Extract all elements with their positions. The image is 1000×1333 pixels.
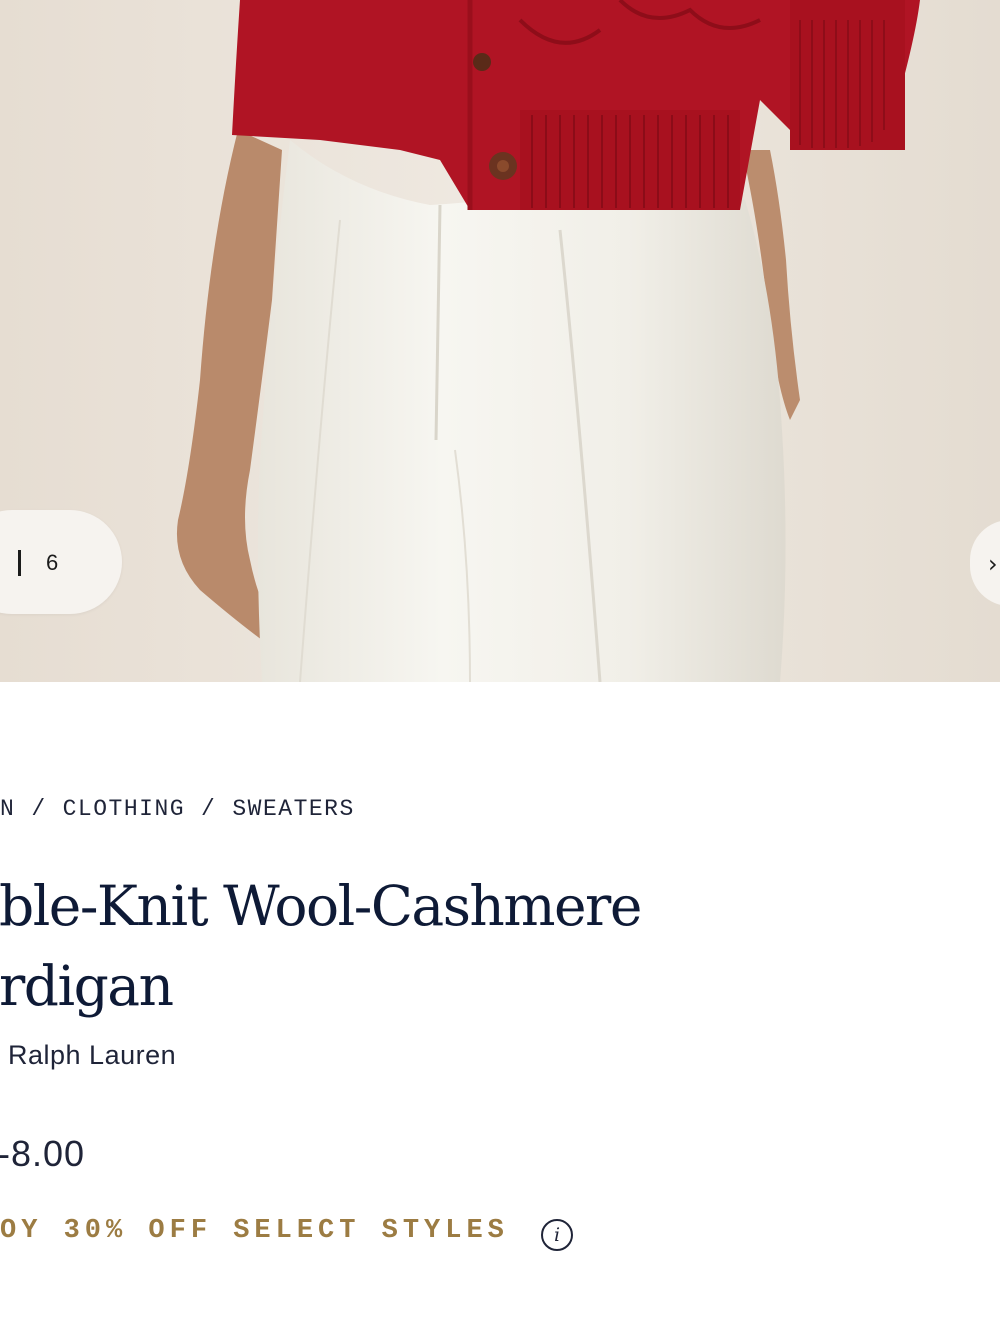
product-title: ble-Knit Wool-Cashmere rdigan: [0, 866, 999, 1026]
product-title-line: rdigan: [0, 954, 174, 1018]
breadcrumb: N / CLOTHING / SWEATERS: [0, 796, 355, 822]
brand-name[interactable]: Ralph Lauren: [8, 1040, 176, 1071]
breadcrumb-separator: /: [201, 796, 217, 822]
counter-total: 6: [46, 550, 59, 575]
promo-message: OY 30% OFF SELECT STYLES: [0, 1216, 509, 1246]
product-photo: [0, 0, 1000, 682]
product-title-line: ble-Knit Wool-Cashmere: [0, 874, 642, 938]
breadcrumb-item[interactable]: N: [0, 796, 15, 822]
product-price: -8.00: [0, 1133, 86, 1174]
breadcrumb-item-sweaters[interactable]: SWEATERS: [232, 796, 354, 822]
image-counter: 6: [0, 510, 122, 614]
chevron-right-icon: ›: [988, 550, 998, 578]
info-icon[interactable]: i: [541, 1219, 573, 1251]
product-image-gallery[interactable]: 6 ›: [0, 0, 1000, 682]
breadcrumb-item-clothing[interactable]: CLOTHING: [63, 796, 185, 822]
breadcrumb-separator: /: [31, 796, 47, 822]
counter-divider: [18, 550, 21, 576]
